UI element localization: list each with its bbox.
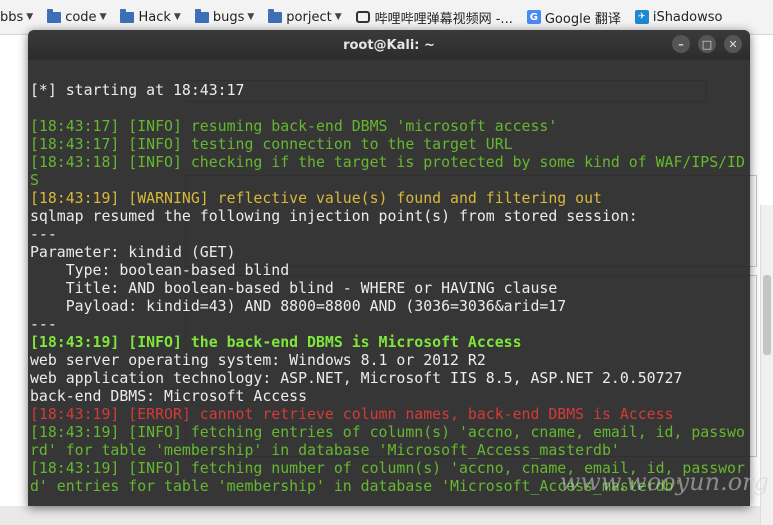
bookmark-label: bugs: [212, 9, 245, 25]
folder-icon: [194, 8, 209, 23]
dropdown-arrow-icon: ▼: [26, 12, 34, 22]
window-title: root@Kali: ~: [343, 37, 435, 53]
terminal-line: [18:43:19] [ERROR] cannot retrieve colum…: [30, 405, 674, 423]
folder-icon: [47, 8, 62, 23]
terminal-line: [18:43:19] [INFO] the back-end DBMS is M…: [30, 333, 522, 351]
bookmark-label: Google 翻译: [544, 11, 621, 27]
bookmark-label: code: [65, 9, 97, 25]
terminal-line: [18:43:18] [INFO] checking if the target…: [30, 153, 745, 171]
dropdown-arrow-icon: ▼: [173, 12, 181, 22]
plane-icon: ✈: [634, 10, 649, 24]
terminal-line: web application technology: ASP.NET, Mic…: [30, 369, 683, 387]
minimize-icon: –: [678, 37, 684, 51]
maximize-button[interactable]: □: [698, 35, 716, 53]
watermark: www.wooyun.org: [559, 468, 769, 496]
terminal-line: [18:43:19] [WARNING] reflective value(s)…: [30, 189, 602, 207]
bookmark-label: bbs: [0, 9, 24, 25]
bookmark-label: Hack: [138, 9, 171, 25]
dropdown-arrow-icon: ▼: [247, 12, 255, 22]
terminal-titlebar[interactable]: root@Kali: ~ – □ ✕: [28, 30, 750, 60]
bookmark-item[interactable]: 哔哩哔哩弹幕视频网 -...: [355, 8, 513, 27]
terminal-output[interactable]: [*] starting at 18:43:17 [18:43:17] [INFO…: [28, 60, 750, 506]
dropdown-arrow-icon: ▼: [99, 12, 107, 22]
folder-icon: [120, 8, 135, 23]
terminal-line: [18:43:17] [INFO] testing connection to …: [30, 135, 513, 153]
terminal-line: back-end DBMS: Microsoft Access: [30, 387, 308, 405]
google-translate-icon: G: [526, 10, 541, 24]
maximize-icon: □: [701, 37, 713, 51]
bookmark-item[interactable]: ✈ iShadowso: [634, 9, 723, 25]
terminal-line: ---: [30, 225, 57, 243]
bookmark-label: porject: [286, 9, 332, 25]
close-icon: ✕: [728, 37, 738, 51]
terminal-line: Payload: kindid=43) AND 8800=8800 AND (3…: [30, 297, 567, 315]
dropdown-arrow-icon: ▼: [334, 12, 342, 22]
terminal-line: S: [30, 171, 39, 189]
terminal-window[interactable]: root@Kali: ~ – □ ✕ [*] starting at 18:43…: [28, 30, 750, 506]
bookmark-item[interactable]: code ▼: [47, 8, 107, 25]
terminal-line: Type: boolean-based blind: [30, 261, 290, 279]
bookmark-label: 哔哩哔哩弹幕视频网 -...: [374, 11, 513, 27]
bilibili-icon: [355, 11, 370, 23]
bookmark-item[interactable]: bbs ▼: [0, 10, 33, 25]
terminal-line: ---: [30, 315, 57, 333]
terminal-line: [*] starting at 18:43:17: [30, 81, 245, 99]
bookmark-item[interactable]: Hack ▼: [120, 8, 181, 25]
bookmark-item[interactable]: bugs ▼: [194, 8, 255, 25]
folder-icon: [268, 8, 283, 23]
bookmark-label: iShadowso: [652, 9, 723, 25]
background-scrollbar-thumb[interactable]: [763, 275, 771, 355]
terminal-line: web server operating system: Windows 8.1…: [30, 351, 486, 369]
minimize-button[interactable]: –: [672, 35, 690, 53]
terminal-line: sqlmap resumed the following injection p…: [30, 207, 638, 225]
terminal-line: Title: AND boolean-based blind - WHERE o…: [30, 279, 558, 297]
window-controls: – □ ✕: [672, 35, 742, 53]
bookmark-item[interactable]: porject ▼: [268, 8, 342, 25]
terminal-line: [18:43:19] [INFO] fetching entries of co…: [30, 423, 745, 441]
terminal-line: [18:43:17] [INFO] resuming back-end DBMS…: [30, 117, 558, 135]
terminal-line: Parameter: kindid (GET): [30, 243, 236, 261]
close-button[interactable]: ✕: [724, 35, 742, 53]
bookmark-item[interactable]: G Google 翻译: [526, 8, 621, 27]
terminal-line: rd' for table 'membership' in database '…: [30, 441, 620, 459]
